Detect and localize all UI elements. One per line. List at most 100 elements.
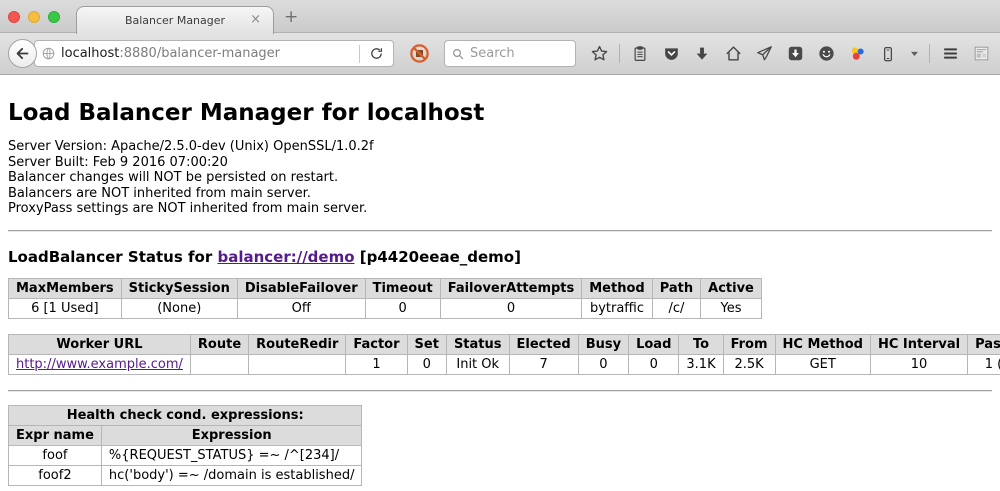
download-arrow-icon [693,45,711,63]
url-bar[interactable]: localhost:8880/balancer-manager [34,40,394,67]
balancer-table-row: 6 [1 Used] (None) Off 0 0 bytraffic /c/ … [9,298,762,318]
table-cell: 10 [870,354,967,374]
reload-icon [369,46,384,61]
column-header: From [723,334,775,354]
worker-url-link[interactable]: http://www.example.com/ [16,357,183,372]
tab-balancer-manager[interactable]: Balancer Manager × [76,6,274,34]
column-header: Elected [509,334,578,354]
column-header: MaxMembers [9,278,122,298]
video-download-icon [786,44,805,63]
zoom-window-button[interactable] [48,11,60,23]
balancer-status-heading: LoadBalancer Status for balancer://demo … [8,248,992,266]
balancer-table: MaxMembers StickySession DisableFailover… [8,278,762,319]
urlbar-divider [359,45,360,63]
divider [8,230,992,232]
table-cell [190,354,248,374]
worker-url-cell: http://www.example.com/ [9,354,191,374]
toolbar-divider [619,44,620,63]
tab-strip: Balancer Manager × + [0,0,1000,33]
server-info: Server Version: Apache/2.5.0-dev (Unix) … [8,139,992,217]
column-header: Route [190,334,248,354]
close-tab-icon[interactable]: × [250,12,261,28]
home-icon [724,44,743,63]
column-header: Method [582,278,652,298]
column-header: DisableFailover [237,278,365,298]
expr-name-cell: foof [9,445,102,465]
health-table-header-row: Expr name Expression [9,425,362,445]
video-download-button[interactable] [784,42,806,66]
back-button[interactable] [8,39,37,68]
reload-button[interactable] [365,42,387,66]
menu-button[interactable] [939,42,961,66]
extension-battery-button[interactable] [877,42,899,66]
expression-cell: %{REQUEST_STATUS} =~ /^[234]/ [101,445,362,465]
column-header: StickySession [121,278,237,298]
window-controls [8,11,60,23]
column-header: HC Interval [870,334,967,354]
balancer-demo-link[interactable]: balancer://demo [217,248,354,266]
column-header: Status [446,334,509,354]
health-table-title-row: Health check cond. expressions: [9,405,362,425]
pocket-icon [662,44,681,63]
pocket-button[interactable] [660,42,682,66]
column-header: Path [652,278,700,298]
column-header: Expression [101,425,362,445]
table-cell: /c/ [652,298,700,318]
battery-icon [879,45,897,63]
divider [8,390,992,392]
globe-icon [41,46,56,61]
feedback-button[interactable] [815,42,837,66]
column-header: Expr name [9,425,102,445]
toolbar-icons [588,42,992,66]
column-header: Set [407,334,446,354]
status-suffix: [p4420eeae_demo] [355,248,521,266]
close-window-button[interactable] [8,11,20,23]
table-cell: Off [237,298,365,318]
navigation-toolbar: localhost:8880/balancer-manager [0,33,1000,75]
extension-colordots-button[interactable] [846,42,868,66]
column-header: Load [629,334,679,354]
bookmark-star-icon [590,44,609,63]
back-icon [14,45,31,62]
expression-cell: hc('body') =~ /domain is established/ [101,465,362,485]
search-bar[interactable] [444,40,576,67]
column-header: Worker URL [9,334,191,354]
page-thumbnail-icon [972,44,991,63]
downloads-button[interactable] [691,42,713,66]
home-button[interactable] [722,42,744,66]
table-cell [249,354,346,374]
overflow-caret-button[interactable] [908,42,920,66]
worker-table: Worker URL Route RouteRedir Factor Set S… [8,334,1000,375]
minimize-window-button[interactable] [28,11,40,23]
column-header: RouteRedir [249,334,346,354]
plugin-block-button[interactable] [408,42,430,66]
table-cell: 1 (0) [968,354,1000,374]
chevron-down-icon [910,49,919,58]
new-tab-button[interactable]: + [284,7,298,27]
hamburger-menu-icon [941,44,960,63]
column-header: HC Method [775,334,870,354]
table-cell: 0 [578,354,628,374]
column-header: Timeout [365,278,440,298]
toolbar-divider [929,44,930,63]
page-content: Load Balancer Manager for localhost Serv… [0,75,1000,491]
send-tab-button[interactable] [753,42,775,66]
status-prefix: LoadBalancer Status for [8,248,217,266]
table-cell: 0 [629,354,679,374]
browser-window: Balancer Manager × + localhost:8880/bala… [0,0,1000,491]
color-dots-icon [848,44,867,63]
tab-title: Balancer Manager [125,14,225,27]
page-snapshot-button[interactable] [970,42,992,66]
health-check-table: Health check cond. expressions: Expr nam… [8,405,362,486]
smiley-icon [817,44,836,63]
server-version-line: Server Version: Apache/2.5.0-dev (Unix) … [8,139,992,155]
proxypass-note-line: ProxyPass settings are NOT inherited fro… [8,201,992,217]
column-header: Passes [968,334,1000,354]
worker-table-row: http://www.example.com/ 1 0 Init Ok 7 0 … [9,354,1000,374]
url-text[interactable]: localhost:8880/balancer-manager [61,46,354,61]
table-cell: 2.5K [723,354,775,374]
reading-list-button[interactable] [629,42,651,66]
bookmark-button[interactable] [588,42,610,66]
search-input[interactable] [470,46,560,61]
table-cell: 0 [440,298,582,318]
